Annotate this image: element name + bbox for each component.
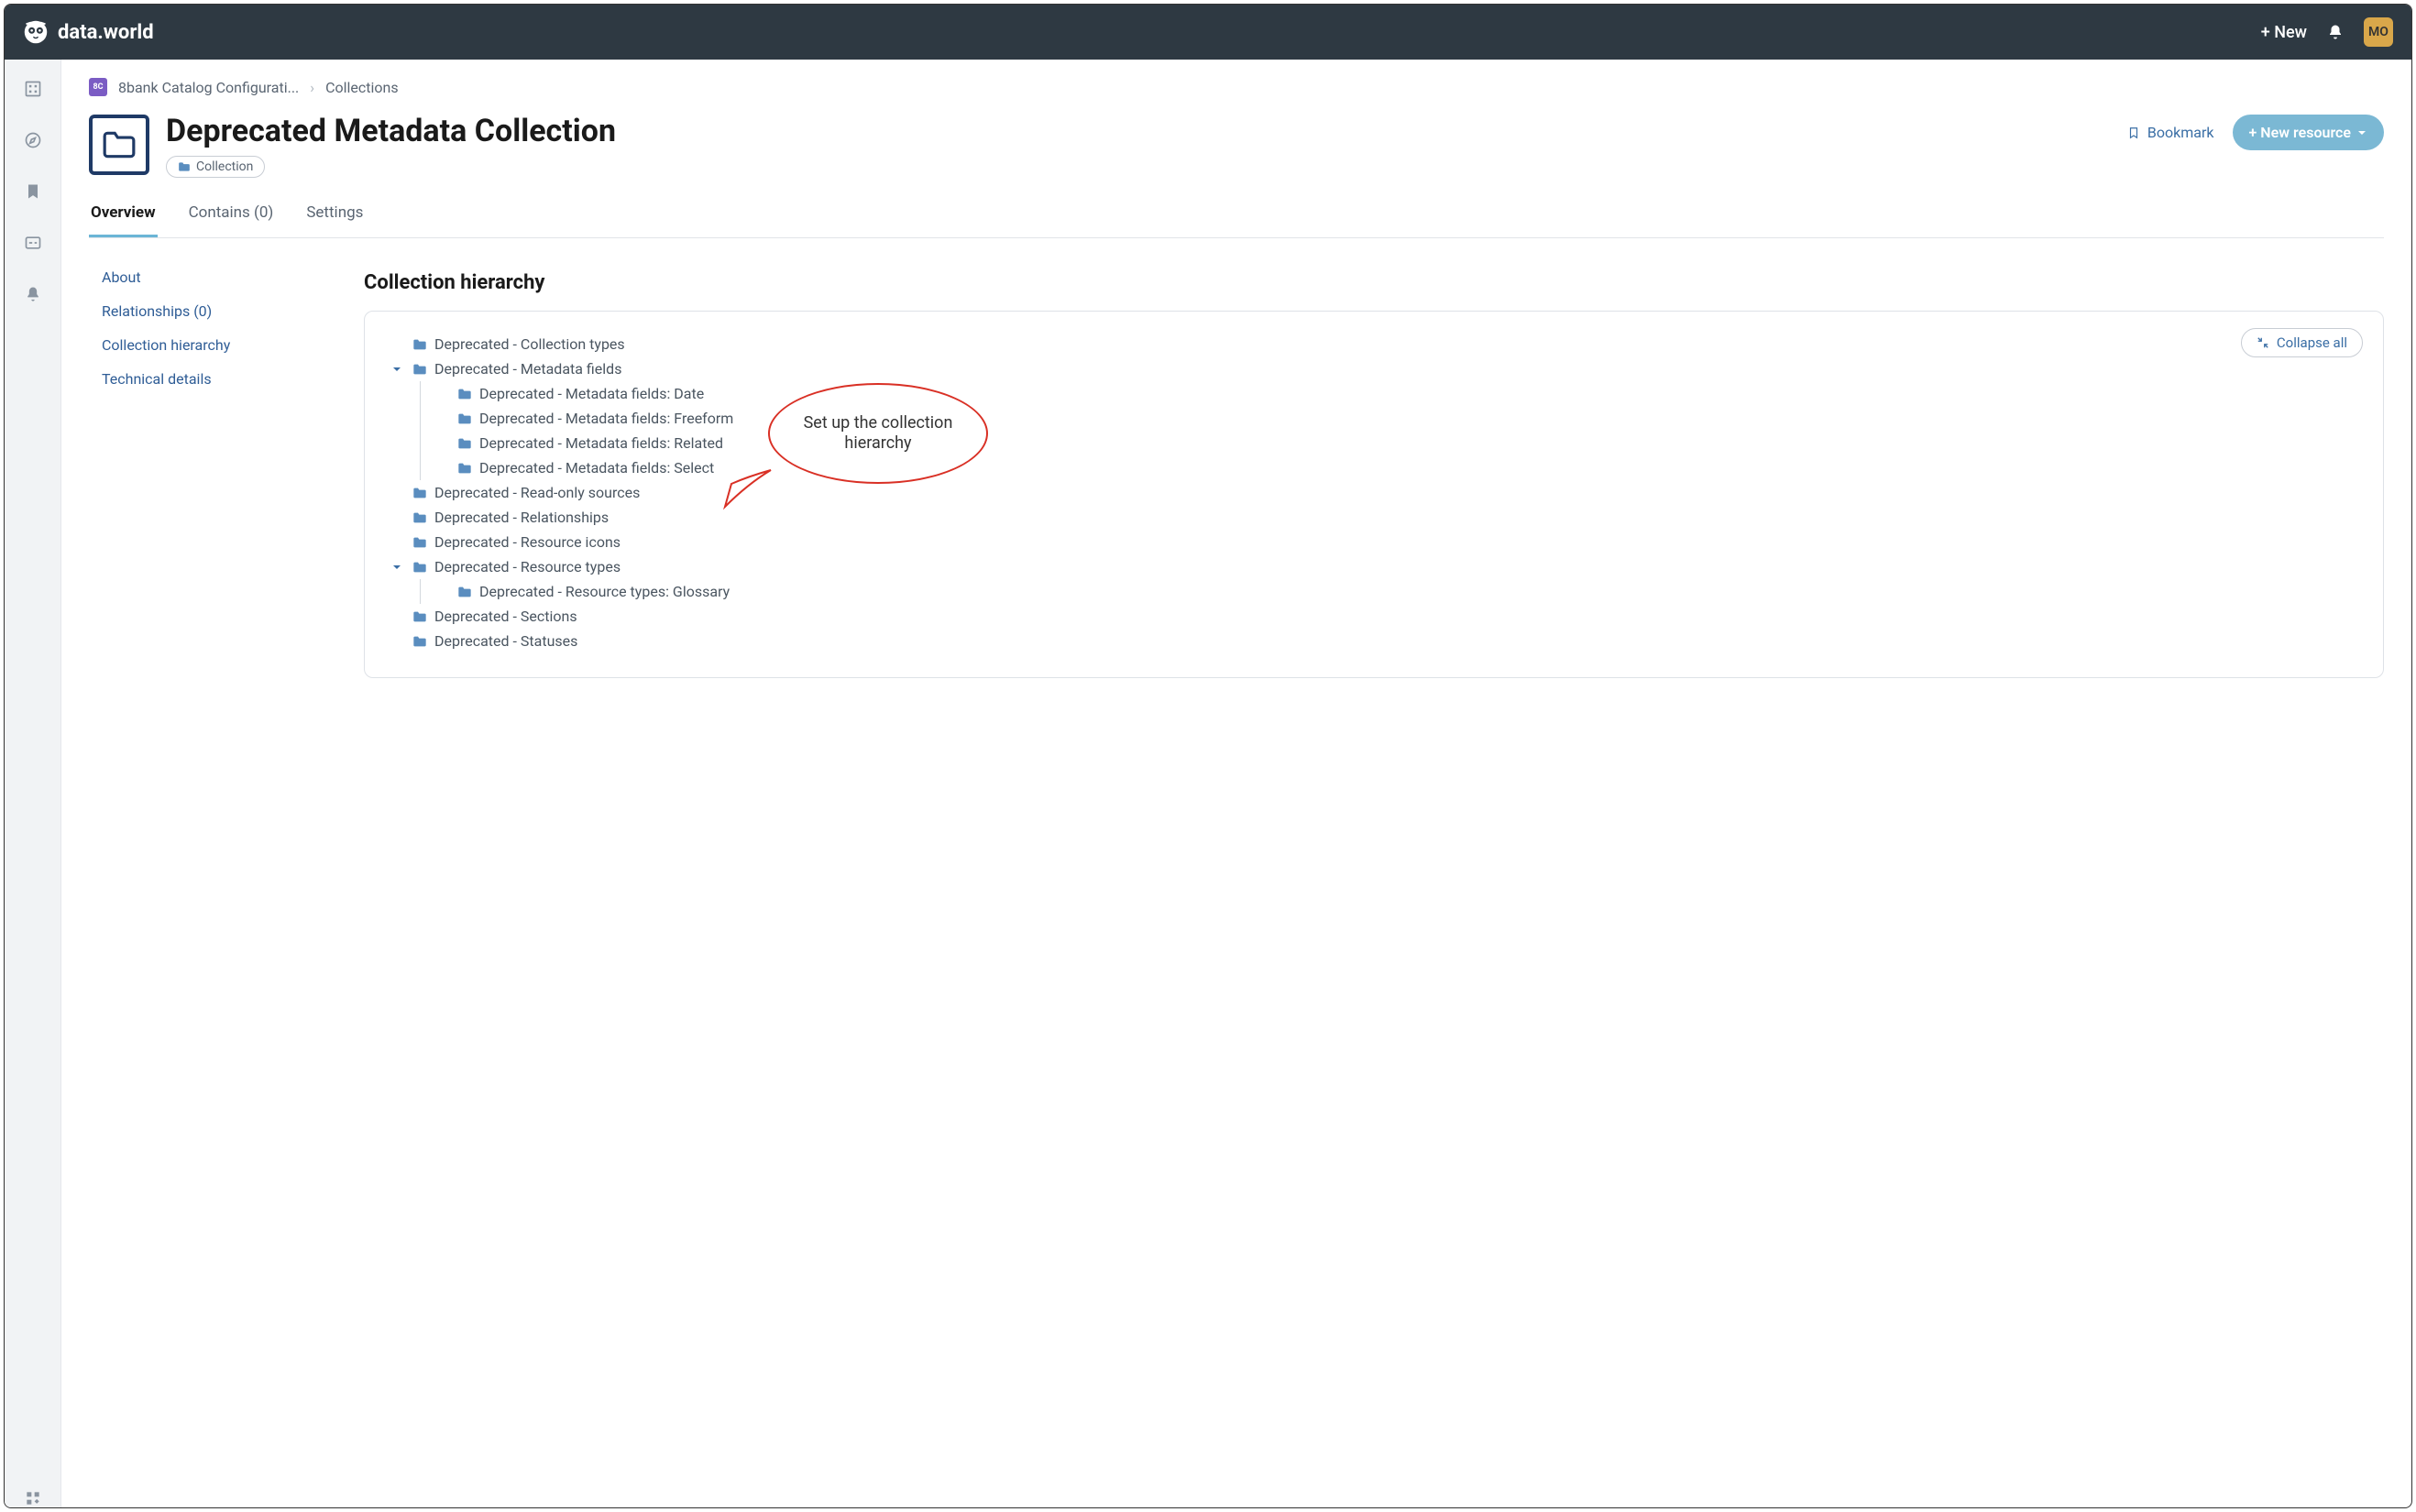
- tabs: Overview Contains (0) Settings: [89, 194, 2384, 238]
- collapse-label: Collapse all: [2277, 334, 2347, 351]
- apps-icon[interactable]: [24, 1489, 42, 1507]
- page-title: Deprecated Metadata Collection: [166, 115, 2111, 148]
- left-rail: [5, 60, 61, 1507]
- bookmark-label: Bookmark: [2147, 124, 2214, 141]
- folder-icon: [102, 129, 137, 160]
- type-chip-label: Collection: [196, 159, 253, 174]
- folder-icon: [412, 536, 427, 549]
- chevron-down-icon: [2356, 127, 2367, 138]
- notifications-icon[interactable]: [2327, 24, 2344, 40]
- bookmark-button[interactable]: Bookmark: [2127, 124, 2214, 141]
- new-resource-button[interactable]: + New resource: [2233, 115, 2384, 150]
- tree-node[interactable]: Deprecated - Resource types: [389, 554, 2359, 579]
- owl-logo-icon: [23, 19, 49, 45]
- hierarchy-tree: Deprecated - Collection types Deprecated…: [389, 332, 2359, 653]
- tree-node[interactable]: Deprecated - Metadata fields: [389, 356, 2359, 381]
- tree-node[interactable]: Deprecated - Metadata fields: Date: [421, 381, 2359, 406]
- tree-label: Deprecated - Metadata fields: Related: [479, 434, 723, 452]
- folder-icon: [457, 586, 472, 598]
- tree-node[interactable]: Deprecated - Metadata fields: Related: [421, 431, 2359, 455]
- tasks-icon[interactable]: [24, 234, 42, 252]
- page-icon: [89, 115, 149, 175]
- alerts-rail-icon[interactable]: [24, 285, 42, 303]
- breadcrumb: 8C 8bank Catalog Configurati... › Collec…: [89, 78, 2384, 96]
- tree-node[interactable]: Deprecated - Read-only sources: [389, 480, 2359, 505]
- breadcrumb-item-catalog[interactable]: 8bank Catalog Configurati...: [118, 79, 299, 96]
- tree-label: Deprecated - Metadata fields: Freeform: [479, 410, 733, 427]
- tree-label: Deprecated - Read-only sources: [434, 484, 640, 501]
- org-icon[interactable]: [24, 80, 42, 98]
- folder-icon: [412, 487, 427, 499]
- chevron-down-icon: [391, 562, 402, 573]
- user-avatar[interactable]: MO: [2364, 17, 2393, 47]
- collapse-icon: [2257, 336, 2269, 349]
- nav-about[interactable]: About: [89, 260, 336, 294]
- new-button[interactable]: + New: [2261, 23, 2307, 42]
- annotation-tail: [720, 466, 775, 511]
- section-title: Collection hierarchy: [364, 271, 2384, 294]
- tree-label: Deprecated - Metadata fields: Date: [479, 385, 704, 402]
- folder-icon: [412, 511, 427, 524]
- new-resource-label: + New resource: [2249, 124, 2351, 141]
- bookmark-icon: [2127, 125, 2140, 141]
- tree-label: Deprecated - Resource types: Glossary: [479, 583, 730, 600]
- folder-icon: [457, 388, 472, 400]
- folder-icon: [412, 561, 427, 574]
- tree-node[interactable]: Deprecated - Metadata fields: Freeform: [421, 406, 2359, 431]
- annotation-text: Set up the collection hierarchy: [788, 413, 968, 455]
- tree-label: Deprecated - Resource icons: [434, 533, 620, 551]
- folder-icon: [457, 437, 472, 450]
- chevron-down-icon: [391, 364, 402, 375]
- tree-label: Deprecated - Metadata fields: Select: [479, 459, 714, 477]
- tree-node[interactable]: Deprecated - Sections: [389, 604, 2359, 629]
- hierarchy-card: Collapse all Deprecated - Collection typ…: [364, 311, 2384, 678]
- breadcrumb-separator: ›: [310, 79, 314, 96]
- folder-icon: [178, 161, 191, 172]
- breadcrumb-badge: 8C: [89, 78, 107, 96]
- topbar: data.world + New MO: [5, 5, 2411, 60]
- tree-label: Deprecated - Relationships: [434, 509, 609, 526]
- nav-hierarchy[interactable]: Collection hierarchy: [89, 328, 336, 362]
- logo-area[interactable]: data.world: [23, 19, 154, 45]
- tree-label: Deprecated - Statuses: [434, 632, 577, 650]
- breadcrumb-item-collections[interactable]: Collections: [325, 79, 399, 96]
- folder-icon: [457, 462, 472, 475]
- bookmarks-rail-icon[interactable]: [24, 182, 42, 201]
- annotation-callout: Set up the collection hierarchy: [768, 383, 988, 484]
- tab-contains[interactable]: Contains (0): [187, 194, 276, 237]
- folder-icon: [412, 610, 427, 623]
- tree-node[interactable]: Deprecated - Statuses: [389, 629, 2359, 653]
- tab-overview[interactable]: Overview: [89, 194, 158, 237]
- folder-icon: [412, 338, 427, 351]
- folder-icon: [412, 635, 427, 648]
- tree-node[interactable]: Deprecated - Collection types: [389, 332, 2359, 356]
- tree-node[interactable]: Deprecated - Relationships: [389, 505, 2359, 530]
- explore-icon[interactable]: [24, 131, 42, 149]
- tree-node[interactable]: Deprecated - Metadata fields: Select: [421, 455, 2359, 480]
- tree-label: Deprecated - Sections: [434, 608, 577, 625]
- tree-label: Deprecated - Metadata fields: [434, 360, 621, 378]
- tree-label: Deprecated - Collection types: [434, 335, 625, 353]
- folder-icon: [457, 412, 472, 425]
- type-chip[interactable]: Collection: [166, 156, 265, 178]
- tree-node[interactable]: Deprecated - Resource icons: [389, 530, 2359, 554]
- brand-text: data.world: [58, 21, 154, 44]
- nav-technical[interactable]: Technical details: [89, 362, 336, 396]
- tree-label: Deprecated - Resource types: [434, 558, 620, 575]
- tree-node[interactable]: Deprecated - Resource types: Glossary: [421, 579, 2359, 604]
- section-nav: About Relationships (0) Collection hiera…: [89, 238, 336, 678]
- collapse-all-button[interactable]: Collapse all: [2241, 328, 2363, 357]
- folder-icon: [412, 363, 427, 376]
- nav-relationships[interactable]: Relationships (0): [89, 294, 336, 328]
- tab-settings[interactable]: Settings: [304, 194, 365, 237]
